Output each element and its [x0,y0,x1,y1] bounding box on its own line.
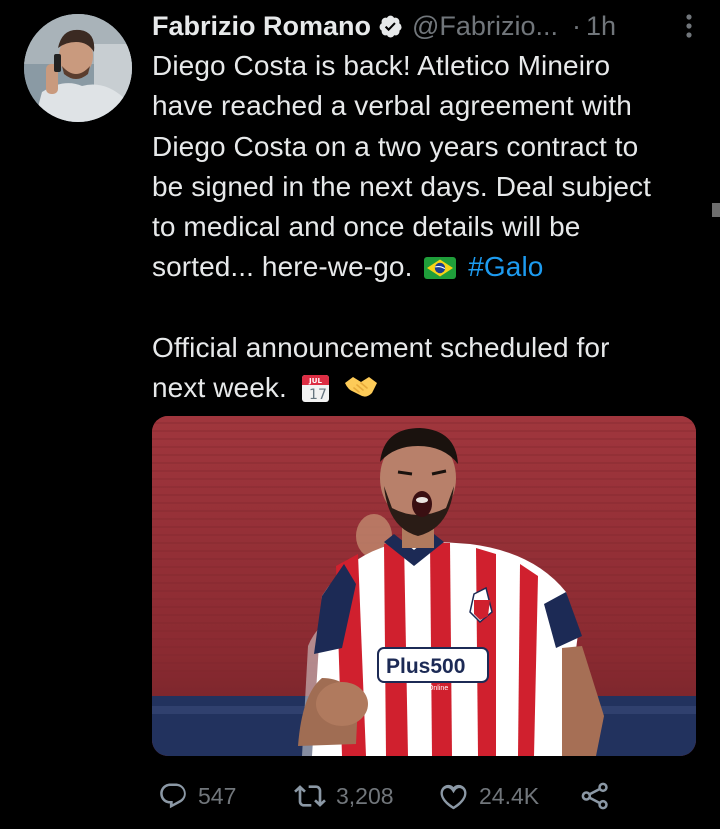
tweet-header: Fabrizio Romano @Fabrizio... · 1h [152,4,697,48]
tweet-line: be signed in the next days. Deal subject [152,170,651,202]
more-icon[interactable] [681,12,697,40]
sponsor-text: Plus500 [386,655,465,678]
retweet-button[interactable]: 3,208 [294,772,394,820]
tweet-line: sorted... here-we-go. #Galo [152,247,697,287]
tweet-line: Diego Costa on a two years contract to [152,130,639,162]
calendar-icon: JUL 17 [301,375,329,403]
sponsor-subtext: Trade Online [408,685,448,692]
tweet-text: Diego Costa is back! Atletico Mineiro ha… [152,46,697,409]
like-button[interactable]: 24.4K [438,772,539,820]
scrollbar-thumb[interactable] [712,203,720,217]
tweet-line: to medical and once details will be [152,211,581,243]
author-handle[interactable]: @Fabrizio... [412,11,558,42]
heart-icon [440,784,467,809]
retweet-count: 3,208 [336,782,394,809]
tweet-line: have reached a verbal agreement with [152,90,632,122]
calendar-day: 17 [309,387,327,403]
handshake-icon [344,377,377,397]
like-count: 24.4K [479,782,540,809]
tweet-time[interactable]: 1h [586,11,616,42]
tweet-media-image[interactable]: Plus500 Trade Online [152,416,696,756]
tweet-line: Diego Costa is back! Atletico Mineiro [152,50,611,81]
tweet-line: Official announcement scheduled for [152,332,610,364]
tweet-line-text: next week. [152,372,287,404]
share-icon [581,782,608,810]
reply-count: 547 [198,782,237,809]
verified-badge-icon [379,15,402,37]
reply-button[interactable]: 547 [158,772,236,820]
time-separator: · [571,10,581,41]
avatar[interactable] [24,14,132,122]
calendar-month: JUL [308,377,322,385]
tweet-line: next week. JUL 17 [152,368,697,408]
retweet-icon [294,785,326,807]
author-name[interactable]: Fabrizio Romano [152,11,371,42]
brazil-flag-icon [424,257,457,280]
share-button[interactable] [579,772,611,820]
tweet-actions: 547 3,208 24.4K [152,772,712,820]
tweet-line-text: sorted... here-we-go. [152,251,413,283]
hashtag-link[interactable]: #Galo [468,251,543,282]
reply-icon [160,783,186,809]
player-photo: Plus500 Trade Online [152,416,696,756]
